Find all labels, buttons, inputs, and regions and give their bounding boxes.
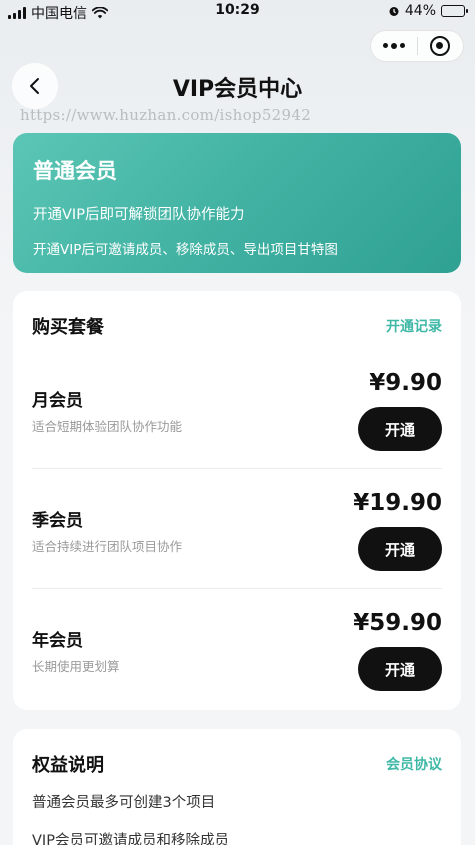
page-title: VIP会员中心 — [172, 77, 303, 102]
more-button[interactable] — [371, 31, 417, 61]
plan-description: 长期使用更划算 — [32, 659, 120, 674]
benefit-item: VIP会员可邀请成员和移除成员 — [32, 833, 229, 845]
benefits-card: 权益说明 会员协议 普通会员最多可创建3个项目 VIP会员可邀请成员和移除成员 — [13, 729, 461, 845]
battery-percent: 44% — [404, 3, 436, 19]
plan-item-quarterly: ¥19.90 季会员 适合持续进行团队项目协作 开通 — [32, 469, 442, 589]
open-yearly-button[interactable]: 开通 — [358, 647, 442, 691]
member-description: 开通VIP后即可解锁团队协作能力 — [33, 207, 245, 223]
capsule-menu — [370, 30, 464, 62]
plan-item-yearly: ¥59.90 年会员 长期使用更划算 开通 — [32, 589, 442, 709]
plan-name: 月会员 — [32, 391, 83, 411]
purchase-history-link[interactable]: 开通记录 — [386, 316, 442, 336]
open-quarterly-button[interactable]: 开通 — [358, 527, 442, 571]
status-right: 44% — [388, 3, 468, 19]
target-icon — [430, 36, 451, 56]
member-description-detail: 开通VIP后可邀请成员、移除成员、导出项目甘特图 — [33, 242, 338, 258]
plan-price: ¥19.90 — [353, 490, 442, 516]
plan-price: ¥59.90 — [353, 610, 442, 636]
open-monthly-button[interactable]: 开通 — [358, 407, 442, 451]
member-status-card: 普通会员 开通VIP后即可解锁团队协作能力 开通VIP后可邀请成员、移除成员、导… — [13, 133, 461, 273]
plan-name: 年会员 — [32, 631, 83, 651]
watermark: https://www.huzhan.com/ishop52942 — [20, 106, 312, 124]
plan-item-monthly: ¥9.90 月会员 适合短期体验团队协作功能 开通 — [32, 349, 442, 469]
benefit-item: 普通会员最多可创建3个项目 — [32, 795, 216, 811]
plans-title: 购买套餐 — [32, 317, 104, 338]
plan-description: 适合持续进行团队项目协作 — [32, 539, 183, 554]
alarm-icon — [389, 7, 399, 16]
member-agreement-link[interactable]: 会员协议 — [386, 754, 442, 774]
plans-card: 购买套餐 开通记录 ¥9.90 月会员 适合短期体验团队协作功能 开通 ¥19.… — [13, 291, 461, 710]
battery-icon — [441, 5, 468, 17]
more-icon — [382, 43, 405, 49]
member-level-title: 普通会员 — [33, 159, 117, 183]
plan-name: 季会员 — [32, 511, 83, 531]
status-bar: 中国电信 10:29 44% — [0, 0, 475, 24]
close-miniprogram-button[interactable] — [417, 31, 463, 61]
plan-description: 适合短期体验团队协作功能 — [32, 419, 183, 434]
plan-price: ¥9.90 — [369, 370, 442, 396]
benefits-title: 权益说明 — [32, 755, 104, 776]
